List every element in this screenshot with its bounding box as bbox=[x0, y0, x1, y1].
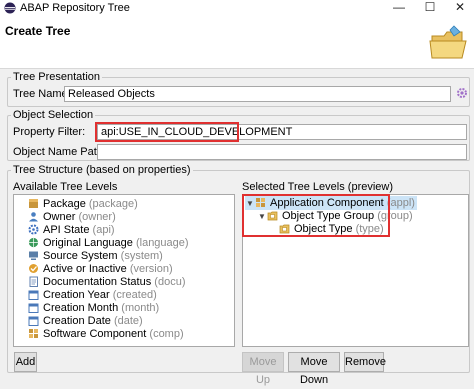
property-filter-label: Property Filter: bbox=[13, 126, 86, 138]
window-title-bar: ABAP Repository Tree — ☐ ✕ bbox=[0, 0, 474, 16]
calendar-icon bbox=[28, 290, 39, 300]
dialog-header: Create Tree bbox=[0, 16, 474, 69]
gear-icon[interactable] bbox=[456, 87, 468, 99]
selected-levels-highlight bbox=[242, 194, 390, 237]
calendar-icon bbox=[28, 316, 39, 326]
object-name-pattern-input[interactable] bbox=[97, 144, 467, 160]
available-level-item[interactable]: Owner (owner) bbox=[28, 210, 116, 224]
available-level-item[interactable]: Creation Date (date) bbox=[28, 314, 143, 328]
available-level-item[interactable]: Package (package) bbox=[28, 197, 138, 211]
level-key: (version) bbox=[129, 263, 173, 275]
system-icon bbox=[29, 251, 38, 260]
tree-name-input[interactable]: Released Objects bbox=[64, 86, 451, 102]
add-button[interactable]: Add bbox=[14, 352, 37, 372]
document-icon bbox=[29, 276, 38, 287]
globe-icon bbox=[28, 237, 39, 248]
level-name: Package bbox=[43, 198, 86, 210]
move-down-button[interactable]: Move Down bbox=[288, 352, 340, 386]
level-name: Owner bbox=[43, 211, 76, 223]
level-key: (created) bbox=[112, 289, 157, 301]
level-name: Original Language bbox=[43, 237, 133, 249]
eclipse-app-icon bbox=[4, 2, 16, 14]
level-name: Documentation Status bbox=[43, 276, 152, 288]
level-name: Creation Year bbox=[43, 289, 110, 301]
available-levels-label: Available Tree Levels bbox=[13, 181, 118, 193]
tree-structure-legend: Tree Structure (based on properties) bbox=[11, 164, 193, 176]
available-level-item[interactable]: API State (api) bbox=[28, 223, 115, 237]
tree-presentation-legend: Tree Presentation bbox=[11, 71, 103, 83]
remove-button[interactable]: Remove bbox=[344, 352, 386, 372]
level-key: (system) bbox=[120, 250, 163, 262]
minimize-button[interactable]: — bbox=[385, 0, 413, 16]
level-name: Creation Month bbox=[43, 302, 119, 314]
selected-levels-label: Selected Tree Levels (preview) bbox=[242, 181, 394, 193]
level-name: Source System bbox=[43, 250, 118, 262]
available-level-item[interactable]: Creation Month (month) bbox=[28, 301, 159, 315]
level-key: (language) bbox=[135, 237, 189, 249]
available-level-item[interactable]: Source System (system) bbox=[28, 249, 163, 263]
calendar-icon bbox=[28, 303, 39, 313]
gear-icon bbox=[28, 224, 39, 235]
available-level-item[interactable]: Creation Year (created) bbox=[28, 288, 157, 302]
window-title: ABAP Repository Tree bbox=[20, 2, 130, 14]
level-key: (docu) bbox=[154, 276, 186, 288]
level-key: (appl) bbox=[386, 197, 415, 209]
active-icon bbox=[29, 264, 38, 273]
level-key: (date) bbox=[113, 315, 143, 327]
available-level-item[interactable]: Documentation Status (docu) bbox=[28, 275, 185, 289]
maximize-button[interactable]: ☐ bbox=[416, 0, 444, 16]
level-key: (month) bbox=[121, 302, 160, 314]
level-name: API State bbox=[43, 224, 90, 236]
component-icon bbox=[29, 329, 38, 338]
close-button[interactable]: ✕ bbox=[446, 0, 474, 16]
level-key: (package) bbox=[88, 198, 138, 210]
available-level-item[interactable]: Original Language (language) bbox=[28, 236, 189, 250]
level-name: Software Component bbox=[43, 328, 147, 340]
package-icon bbox=[29, 199, 38, 208]
move-up-button[interactable]: Move Up bbox=[242, 352, 284, 386]
level-name: Active or Inactive bbox=[43, 263, 127, 275]
level-key: (api) bbox=[92, 224, 115, 236]
person-icon bbox=[29, 212, 38, 222]
available-level-item[interactable]: Active or Inactive (version) bbox=[28, 262, 173, 276]
property-filter-highlight bbox=[95, 122, 239, 142]
folder-wizard-icon bbox=[429, 25, 467, 59]
level-name: Creation Date bbox=[43, 315, 111, 327]
dialog-title: Create Tree bbox=[5, 24, 71, 38]
level-key: (comp) bbox=[149, 328, 184, 340]
object-selection-legend: Object Selection bbox=[11, 109, 96, 121]
available-levels-list[interactable]: Package (package) Owner (owner) API State … bbox=[13, 194, 235, 347]
level-key: (owner) bbox=[78, 211, 116, 223]
available-level-item[interactable]: Software Component (comp) bbox=[28, 327, 184, 341]
